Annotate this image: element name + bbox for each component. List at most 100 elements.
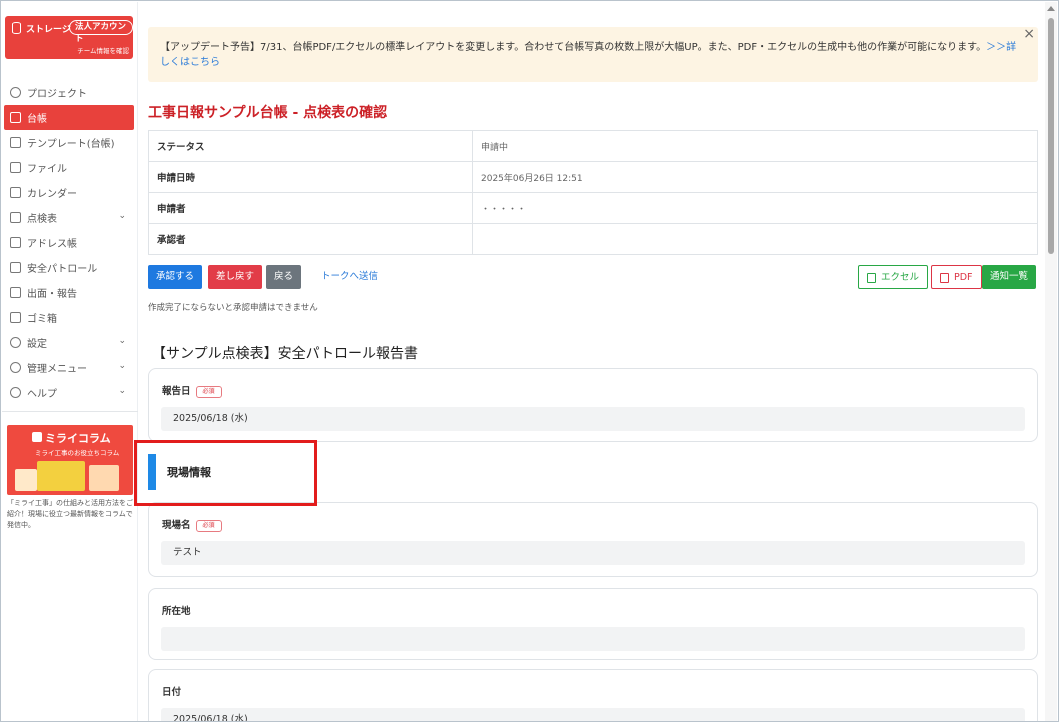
sidebar-item-label: 出面・報告 xyxy=(27,289,77,300)
sidebar-item-settings[interactable]: 設定 ⌄ xyxy=(2,330,138,355)
template-icon xyxy=(10,137,21,148)
status-table: ステータス 申請中 申請日時 2025年06月26日 12:51 申請者 ・・・・・ … xyxy=(148,130,1038,255)
approver-value xyxy=(472,223,1038,255)
report-date-value[interactable]: 2025/06/18 (水) xyxy=(161,407,1025,431)
sidebar-item-safety-patrol[interactable]: 安全パトロール xyxy=(2,255,138,280)
sidebar-item-label: 安全パトロール xyxy=(27,264,98,275)
sidebar-item-template[interactable]: テンプレート(台帳) xyxy=(2,130,138,155)
gear-icon xyxy=(10,337,21,348)
notification-list-button[interactable]: 通知一覧 xyxy=(982,265,1037,289)
chevron-down-icon: ⌄ xyxy=(118,336,126,346)
sidebar-item-admin-menu[interactable]: 管理メニュー ⌄ xyxy=(2,355,138,380)
sidebar-item-label: 点検表 xyxy=(27,214,57,225)
required-badge: 必須 xyxy=(195,519,222,532)
back-button[interactable]: 戻る xyxy=(266,265,302,289)
help-icon xyxy=(10,387,21,398)
date-value[interactable]: 2025/06/18 (水) xyxy=(161,708,1025,721)
update-notice: 【アップデート予告】7/31、台帳PDF/エクセルの標準レイアウトを変更します。… xyxy=(148,27,1038,82)
pdf-button[interactable]: PDF xyxy=(931,265,982,289)
highlight-annotation xyxy=(134,440,317,506)
storage-card[interactable]: ストレージ 法人アカウント チーム情報を確認 xyxy=(5,16,133,59)
checklist-icon xyxy=(10,212,21,223)
sidebar: ストレージ 法人アカウント チーム情報を確認 プロジェクト 台帳 テンプレート(… xyxy=(2,2,138,721)
mirai-column-banner[interactable]: ミライコラム ミライ工事のお役立ちコラム xyxy=(7,425,133,495)
vertical-scrollbar[interactable] xyxy=(1045,2,1057,721)
sidebar-item-label: 管理メニュー xyxy=(27,364,87,375)
shield-icon xyxy=(10,262,21,273)
sidebar-item-ledger[interactable]: 台帳 xyxy=(4,105,134,130)
table-row: 申請者 ・・・・・ xyxy=(148,192,1038,224)
sidebar-item-label: 設定 xyxy=(27,339,47,350)
applicant-value: ・・・・・ xyxy=(472,192,1038,224)
sidebar-item-label: ヘルプ xyxy=(27,389,57,400)
sidebar-item-checklist[interactable]: 点検表 ⌄ xyxy=(2,205,138,230)
excel-button[interactable]: エクセル xyxy=(858,265,929,289)
location-value[interactable] xyxy=(161,627,1025,651)
sidebar-item-address-book[interactable]: アドレス帳 xyxy=(2,230,138,255)
report-icon xyxy=(10,287,21,298)
sidebar-item-label: テンプレート(台帳) xyxy=(27,139,115,150)
file-icon xyxy=(10,162,21,173)
sidebar-item-attendance-report[interactable]: 出面・報告 xyxy=(2,280,138,305)
scroll-up-icon[interactable] xyxy=(1047,6,1055,11)
site-name-label: 現場名 必須 xyxy=(162,517,222,532)
admin-icon xyxy=(10,362,21,373)
sidebar-item-help[interactable]: ヘルプ ⌄ xyxy=(2,380,138,405)
banner-title: ミライコラム xyxy=(45,432,111,445)
sidebar-item-label: ファイル xyxy=(27,164,67,175)
applied-at-key: 申請日時 xyxy=(148,161,473,193)
database-icon xyxy=(12,22,21,34)
approve-button[interactable]: 承認する xyxy=(148,265,203,289)
banner-illustration xyxy=(89,465,119,491)
report-title: 【サンプル点検表】安全パトロール報告書 xyxy=(152,346,418,362)
sidebar-item-calendar[interactable]: カレンダー xyxy=(2,180,138,205)
trash-icon xyxy=(10,312,21,323)
sidebar-item-project[interactable]: プロジェクト xyxy=(2,80,138,105)
ledger-icon xyxy=(10,112,21,123)
close-icon[interactable]: × xyxy=(1023,27,1035,42)
return-button[interactable]: 差し戻す xyxy=(208,265,263,289)
report-date-card: 報告日 必須 2025/06/18 (水) xyxy=(148,368,1038,442)
field-label: 現場名 xyxy=(162,520,191,531)
banner-description: 「ミライ工事」の仕組みと活用方法をご紹介！現場に役立つ最新情報をコラムで発信中。 xyxy=(7,499,133,529)
sidebar-nav: プロジェクト 台帳 テンプレート(台帳) ファイル カレンダー 点検表 ⌄ アドレ… xyxy=(2,80,138,405)
site-name-value[interactable]: テスト xyxy=(161,541,1025,565)
banner-subtitle: ミライ工事のお役立ちコラム xyxy=(35,449,120,457)
field-label: 日付 xyxy=(162,687,182,698)
sidebar-item-files[interactable]: ファイル xyxy=(2,155,138,180)
excel-label: エクセル xyxy=(881,272,920,283)
project-icon xyxy=(10,87,21,98)
plan-badge: 法人アカウント xyxy=(69,20,133,44)
field-label: 報告日 xyxy=(162,386,191,397)
status-value: 申請中 xyxy=(472,130,1038,162)
page-title: 工事日報サンプル台帳 - 点検表の確認 xyxy=(148,105,388,121)
report-date-label: 報告日 必須 xyxy=(162,383,222,398)
banner-illustration xyxy=(37,461,85,491)
status-key: ステータス xyxy=(148,130,473,162)
chevron-down-icon: ⌄ xyxy=(118,386,126,396)
sidebar-divider xyxy=(2,411,138,412)
field-label: 所在地 xyxy=(162,606,191,617)
address-book-icon xyxy=(10,237,21,248)
chevron-down-icon: ⌄ xyxy=(118,211,126,221)
table-row: 申請日時 2025年06月26日 12:51 xyxy=(148,161,1038,193)
sidebar-item-label: プロジェクト xyxy=(27,89,87,100)
table-row: 承認者 xyxy=(148,223,1038,255)
table-row: ステータス 申請中 xyxy=(148,130,1038,162)
sidebar-item-trash[interactable]: ゴミ箱 xyxy=(2,305,138,330)
sidebar-item-label: 台帳 xyxy=(27,114,47,125)
applied-at-value: 2025年06月26日 12:51 xyxy=(472,161,1038,193)
pdf-label: PDF xyxy=(954,272,973,283)
notice-text: 【アップデート予告】7/31、台帳PDF/エクセルの標準レイアウトを変更します。… xyxy=(160,42,987,53)
approver-key: 承認者 xyxy=(148,223,473,255)
send-to-talk-link[interactable]: トークへ送信 xyxy=(313,265,386,289)
excel-icon xyxy=(867,273,876,283)
main-content: 【アップデート予告】7/31、台帳PDF/エクセルの標準レイアウトを変更します。… xyxy=(139,2,1046,721)
team-info-link[interactable]: チーム情報を確認 xyxy=(77,45,129,55)
approval-note: 作成完了にならないと承認申請はできません xyxy=(148,303,318,313)
banner-illustration xyxy=(15,469,37,491)
sidebar-item-label: カレンダー xyxy=(27,189,77,200)
scroll-thumb[interactable] xyxy=(1048,18,1054,254)
app-window: ストレージ 法人アカウント チーム情報を確認 プロジェクト 台帳 テンプレート(… xyxy=(0,0,1059,722)
column-logo-icon xyxy=(32,432,42,442)
